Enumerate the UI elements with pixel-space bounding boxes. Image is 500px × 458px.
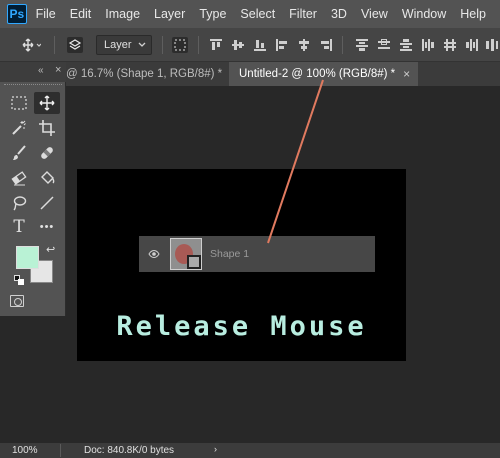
document-size: Doc: 840.8K/0 bytes [84,445,175,456]
healing-brush-tool[interactable] [34,142,60,164]
move-tool[interactable] [34,92,60,114]
close-icon[interactable]: × [55,64,61,76]
more-tools-button[interactable]: ••• [34,216,60,238]
line-icon [40,196,54,210]
crop-tool[interactable] [34,117,60,139]
magic-wand-icon [12,120,26,135]
lasso-tool[interactable] [6,192,32,214]
foreground-color-swatch[interactable] [16,246,39,269]
panel-grip[interactable] [4,84,62,87]
type-tool[interactable]: T [6,216,32,238]
lasso-icon [13,196,27,211]
paint-bucket-tool[interactable] [34,167,60,189]
brush-tool[interactable] [6,142,32,164]
rectangular-marquee-icon [11,96,27,110]
brush-icon [13,145,26,160]
line-tool[interactable] [34,192,60,214]
crop-icon [39,120,55,136]
separator [60,444,61,457]
zoom-level[interactable]: 100% [12,445,38,456]
magic-wand-tool[interactable] [6,117,32,139]
quick-mask-icon[interactable] [10,295,24,307]
marquee-tool[interactable] [6,92,32,114]
paint-bucket-icon [41,171,55,184]
collapse-icon[interactable]: « [38,65,44,76]
eraser-tool[interactable] [6,167,32,189]
default-colors-icon[interactable] [14,275,24,285]
bandage-icon [41,147,53,159]
tools-panel: « × T ••• ↩ [0,62,66,316]
swap-colors-icon[interactable]: ↩ [46,243,55,256]
status-menu-arrow[interactable]: › [214,444,217,454]
annotation-arrow [267,79,324,244]
status-bar: 100% Doc: 840.8K/0 bytes › [0,443,500,458]
eraser-icon [11,171,27,186]
tools-panel-header: « × [0,62,66,82]
move-icon [39,95,55,111]
